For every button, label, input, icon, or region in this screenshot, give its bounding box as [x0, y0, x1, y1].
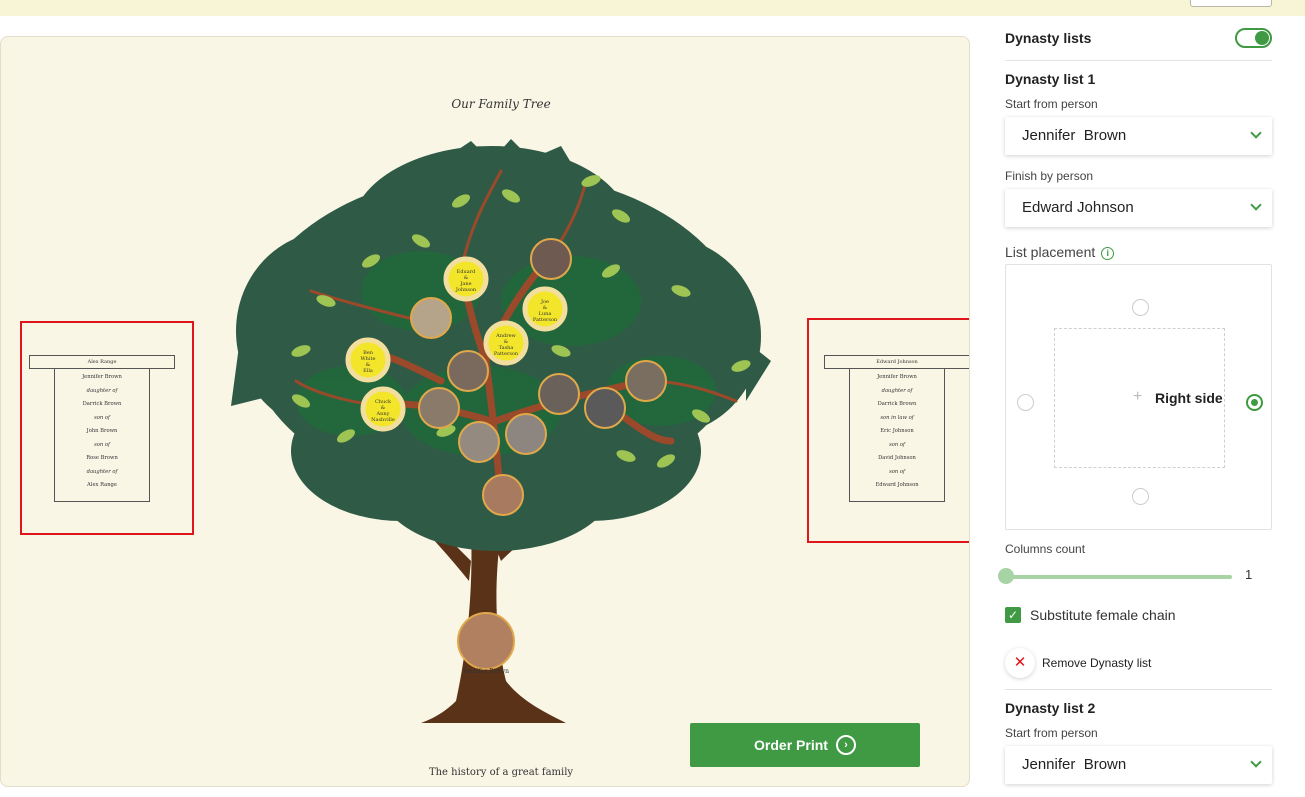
chevron-down-icon	[1250, 127, 1262, 139]
list-entry: Rose Brown	[86, 455, 118, 461]
list-entry: son of	[889, 469, 905, 475]
list-entry: Eric Johnson	[880, 428, 914, 434]
substitute-female-checkbox[interactable]: ✓	[1005, 607, 1021, 623]
dynasty-list-body: Jennifer Brown daughter of Darrick Brown…	[849, 369, 945, 502]
list-entry: David Johnson	[878, 455, 916, 461]
list-entry: Jennifer Brown	[82, 374, 122, 380]
placement-value: Right side	[1155, 390, 1223, 406]
svg-text:Patterson: Patterson	[533, 317, 558, 323]
divider	[1005, 689, 1272, 690]
list-placement-label-row: List placement i	[1005, 244, 1115, 260]
chevron-down-icon	[1250, 756, 1262, 768]
list-entry: Darrick Brown	[82, 401, 122, 407]
list-entry: Darrick Brown	[877, 401, 917, 407]
order-print-button[interactable]: Order Print ›	[690, 723, 920, 767]
top-banner-button[interactable]	[1190, 0, 1272, 7]
dynasty-list-body: Jennifer Brown daughter of Darrick Brown…	[54, 369, 150, 502]
chevron-right-icon: ›	[835, 735, 856, 755]
finish-person-label: Finish by person	[1005, 169, 1094, 183]
chevron-down-icon	[1250, 199, 1262, 211]
dynasty-lists-title: Dynasty lists	[1005, 30, 1092, 46]
svg-text:Patterson: Patterson	[494, 351, 519, 357]
tree-subtitle: The history of a great family	[428, 767, 574, 778]
close-icon[interactable]: ✕	[1005, 648, 1035, 678]
list-entry: Edward Johnson	[875, 482, 919, 488]
list-entry: son of	[889, 442, 905, 448]
placement-left-radio[interactable]	[1017, 394, 1034, 411]
columns-slider-handle[interactable]	[998, 568, 1014, 584]
start-person-value: Jennifer Brown	[1022, 127, 1127, 144]
svg-text:Nashville: Nashville	[371, 417, 395, 423]
columns-count-value: 1	[1245, 567, 1253, 582]
order-print-label: Order Print	[754, 737, 828, 753]
list-entry: son in law of	[880, 415, 914, 421]
remove-dynasty-list-button[interactable]: Remove Dynasty list	[1042, 656, 1151, 670]
list-placement-picker: + Right side	[1005, 264, 1272, 530]
start-person-select-2[interactable]: Jennifer Brown	[1005, 746, 1272, 784]
svg-text:Johnson: Johnson	[455, 287, 477, 293]
svg-text:Ella: Ella	[363, 368, 373, 374]
tree-title: Our Family Tree	[451, 97, 551, 111]
columns-count-label: Columns count	[1005, 542, 1086, 556]
dynasty-lists-toggle[interactable]	[1235, 28, 1272, 48]
list-entry: Alex Range	[87, 482, 117, 488]
placement-top-radio[interactable]	[1132, 299, 1149, 316]
start-person-label: Start from person	[1005, 97, 1098, 111]
start-person-select[interactable]: Jennifer Brown	[1005, 117, 1272, 155]
divider	[1005, 60, 1272, 61]
substitute-female-label: Substitute female chain	[1030, 607, 1176, 623]
dynasty-list-2-title: Dynasty list 2	[1005, 700, 1096, 716]
list-entry: Jennifer Brown	[877, 374, 917, 380]
placement-bottom-radio[interactable]	[1132, 488, 1149, 505]
svg-text:Jennifer Brown: Jennifer Brown	[462, 668, 509, 675]
list-entry: son of	[94, 415, 110, 421]
list-placement-label: List placement	[1005, 244, 1096, 260]
toggle-knob	[1255, 31, 1269, 45]
list-entry: daughter of	[86, 469, 118, 475]
columns-slider-track[interactable]	[1005, 575, 1232, 579]
plus-icon: +	[1133, 388, 1143, 405]
dynasty-list-1-title: Dynasty list 1	[1005, 71, 1096, 87]
list-entry: John Brown	[86, 428, 118, 434]
start-person-label-2: Start from person	[1005, 726, 1098, 740]
dynasty-list-header: Alex Range	[29, 355, 175, 369]
start-person-value-2: Jennifer Brown	[1022, 756, 1127, 773]
placement-right-radio[interactable]	[1246, 394, 1263, 411]
list-entry: daughter of	[881, 388, 913, 394]
info-icon[interactable]: i	[1101, 247, 1115, 260]
finish-person-select[interactable]: Edward Johnson	[1005, 189, 1272, 227]
dynasty-list-header: Edward Johnson	[824, 355, 969, 369]
list-entry: daughter of	[86, 388, 118, 394]
list-entry: son of	[94, 442, 110, 448]
placement-preview-area: + Right side	[1054, 328, 1225, 468]
tree-canvas: Eduard & Jane Johnson Joe & Luna Patterson And…	[0, 36, 970, 787]
top-banner	[0, 0, 1305, 16]
finish-person-value: Edward Johnson	[1022, 199, 1134, 216]
